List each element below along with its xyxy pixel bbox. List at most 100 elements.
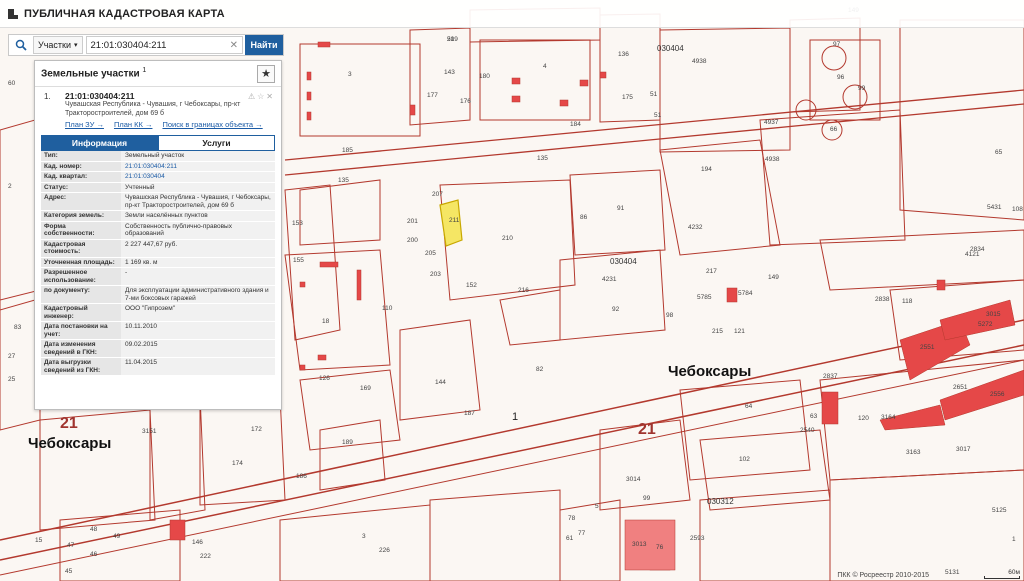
- region-label: 21: [60, 415, 78, 432]
- parcel-number-label: 60: [8, 80, 16, 87]
- panel-title: Земельные участки 1: [41, 67, 147, 80]
- parcel-number-label: 2556: [990, 391, 1005, 398]
- info-key: Тип:: [41, 151, 121, 161]
- parcel-number-label: 97: [833, 41, 841, 48]
- parcel-number-label: 174: [232, 460, 243, 467]
- parcel-number-label: 91: [617, 205, 625, 212]
- tab-services[interactable]: Услуги: [158, 135, 275, 151]
- region-label: 21: [638, 421, 656, 438]
- parcel-number-label: 102: [739, 456, 750, 463]
- info-value: Учтенный: [121, 182, 275, 192]
- clear-icon[interactable]: ✕: [230, 40, 238, 51]
- info-key: Дата постановки на учет:: [41, 322, 121, 339]
- logo-icon: [8, 8, 18, 19]
- plan-zu-link[interactable]: План ЗУ →: [65, 120, 104, 129]
- result-tools-icons[interactable]: ⚠☆✕: [248, 92, 275, 101]
- parcel-number-label: 3014: [626, 476, 641, 483]
- parcel-number-label: 51: [650, 91, 658, 98]
- search-icon[interactable]: [9, 35, 33, 55]
- info-row: Адрес: Чувашская Республика - Чувашия, г …: [41, 193, 275, 211]
- parcel-number-label: 61: [566, 535, 574, 542]
- parcel-number-label: 2540: [800, 427, 815, 434]
- parcel-number-label: 27: [8, 353, 16, 360]
- info-row: Кадастровая стоимость: 2 227 447,67 руб.: [41, 239, 275, 258]
- parcel-number-label: 153: [292, 220, 303, 227]
- parcel-number-label: 3164: [881, 414, 896, 421]
- search-type-select[interactable]: Участки ▾: [33, 36, 83, 54]
- info-value: Чувашская Республика - Чувашия, г Чебокс…: [121, 193, 275, 210]
- result-count: 1: [142, 67, 147, 75]
- parcel-number-label: 3: [362, 533, 366, 540]
- info-row: Тип: Земельный участок: [41, 151, 275, 162]
- parcel-number-label: 207: [432, 191, 443, 198]
- parcel-number-label: 99: [858, 85, 866, 92]
- parcel-number-label: 5: [595, 503, 599, 510]
- parcel-number-label: 176: [460, 98, 471, 105]
- parcel-number-label: 5272: [978, 321, 993, 328]
- parcel-number-label: 108: [1012, 206, 1023, 213]
- parcel-number-label: 211: [449, 217, 460, 224]
- info-key: Дата изменения сведений в ГКН:: [41, 340, 121, 357]
- info-value: 09.02.2015: [121, 340, 275, 357]
- panel-header: Земельные участки 1 ★: [35, 61, 281, 87]
- parcel-number-label: 2838: [875, 296, 890, 303]
- parcel-number-label: 4938: [765, 156, 780, 163]
- city-label: Чебоксары: [28, 435, 111, 452]
- result-item[interactable]: 1. 21:01:030404:211 Чувашская Республика…: [35, 87, 281, 129]
- parcel-number-label: 146: [192, 539, 203, 546]
- info-key: Адрес:: [41, 193, 121, 210]
- info-value: 11.04.2015: [121, 358, 275, 375]
- info-row: Категория земель: Земли населённых пункто…: [41, 211, 275, 222]
- parcel-number-label: 180: [479, 73, 490, 80]
- parcel-number-label: 4232: [688, 224, 703, 231]
- search-input[interactable]: 21:01:030404:211 ✕: [85, 36, 243, 54]
- parcel-number-label: 64: [745, 403, 753, 410]
- parcel-number-label: 187: [464, 410, 475, 417]
- find-button[interactable]: Найти: [245, 35, 283, 55]
- info-value[interactable]: 21:01:030404:211: [121, 161, 275, 171]
- parcel-number-label: 2834: [970, 246, 985, 253]
- parcel-number-label: 120: [858, 415, 869, 422]
- info-value: Собственность публично-правовых образова…: [121, 221, 275, 239]
- info-value: Для эксплуатации административного здани…: [121, 286, 275, 303]
- parcel-number-label: 169: [360, 385, 371, 392]
- parcel-number-label: 201: [407, 218, 418, 225]
- parcel-number-label: 48: [90, 526, 98, 533]
- star-icon[interactable]: ★: [257, 64, 275, 83]
- parcel-number-label: 118: [902, 298, 913, 305]
- tab-information[interactable]: Информация: [41, 135, 158, 151]
- info-key: Кад. квартал:: [41, 172, 121, 182]
- parcel-number-label: 222: [200, 553, 211, 560]
- info-row: Кад. номер: 21:01:030404:211: [41, 161, 275, 172]
- info-row: Разрешенное использование: -: [41, 268, 275, 286]
- info-value[interactable]: 21:01:030404: [121, 172, 275, 182]
- parcel-number-label: 144: [435, 379, 446, 386]
- top-bar: ПУБЛИЧНАЯ КАДАСТРОВАЯ КАРТА: [0, 0, 1024, 28]
- search-type-label: Участки: [38, 40, 71, 50]
- parcel-number-label: 4937: [764, 119, 779, 126]
- info-key: Разрешенное использование:: [41, 268, 121, 285]
- info-value: -: [121, 268, 275, 285]
- scale-label: 60м: [1008, 569, 1020, 576]
- city-label: Чебоксары: [668, 363, 751, 380]
- parcel-number-label: 155: [293, 257, 304, 264]
- parcel-number-label: 76: [656, 544, 664, 551]
- info-tabs: Информация Услуги: [41, 135, 275, 151]
- parcel-number-label: 2551: [920, 344, 935, 351]
- parcel-number-label: 184: [570, 121, 581, 128]
- plan-kk-link[interactable]: План КК →: [114, 120, 153, 129]
- parcel-number-label: 63: [810, 413, 818, 420]
- info-key: Кадастровый инженер:: [41, 304, 121, 321]
- parcel-number-label: 3163: [906, 449, 921, 456]
- result-address: Чувашская Республика - Чувашия, г Чебокс…: [65, 101, 241, 117]
- parcel-number-label: 99: [643, 495, 651, 502]
- info-value: Земельный участок: [121, 151, 275, 161]
- parcel-number-label: 194: [701, 166, 712, 173]
- parcel-number-label: 126: [319, 375, 330, 382]
- search-in-bounds-link[interactable]: Поиск в границах объекта →: [162, 120, 262, 129]
- quarter-label: 030312: [707, 497, 734, 506]
- parcel-number-label: 2837: [823, 373, 838, 380]
- parcel-number-label: 110: [382, 305, 393, 312]
- info-value: ООО "Гипрозем": [121, 304, 275, 321]
- parcel-number-label: 3151: [142, 428, 157, 435]
